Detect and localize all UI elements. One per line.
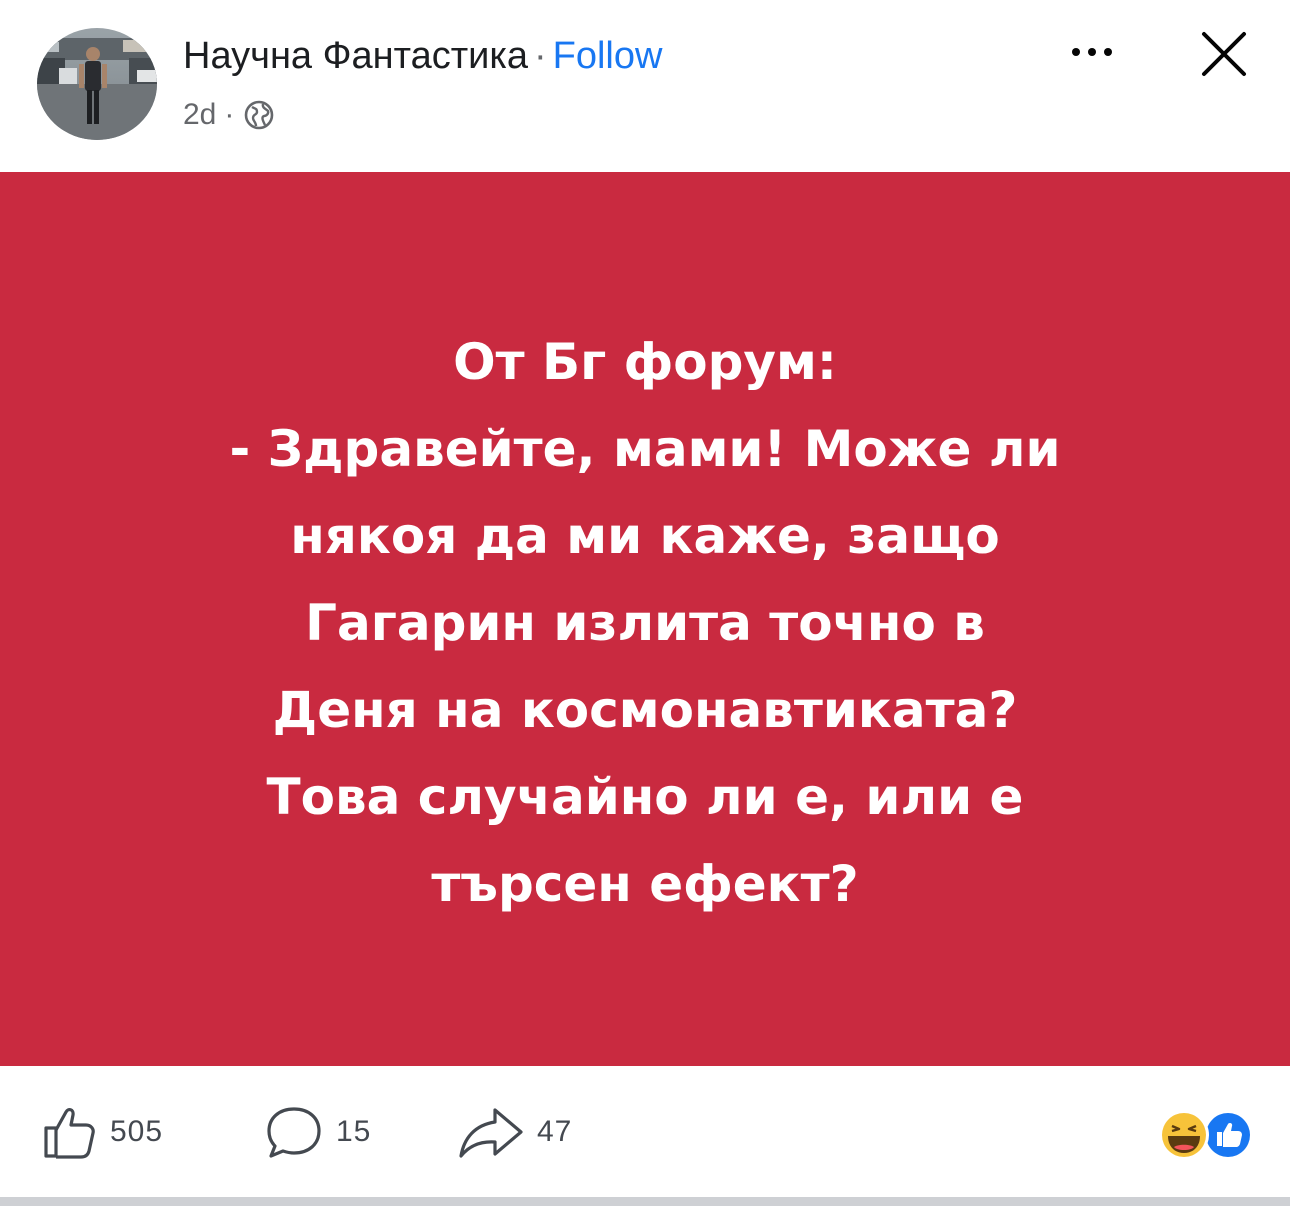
comment-button[interactable]: 15 bbox=[262, 1066, 371, 1198]
page-avatar[interactable] bbox=[37, 28, 157, 140]
post-text-line: търсен ефект? bbox=[431, 854, 859, 913]
like-reaction-icon bbox=[1203, 1110, 1253, 1160]
more-horizontal-icon[interactable] bbox=[1062, 34, 1122, 70]
haha-reaction-icon bbox=[1159, 1110, 1209, 1160]
bottom-divider bbox=[0, 1197, 1290, 1206]
page-name-row: Научна Фантастика · Follow bbox=[183, 33, 662, 79]
post-text-line: Гагарин излита точно в bbox=[305, 593, 985, 652]
close-icon[interactable] bbox=[1198, 28, 1250, 80]
thumbs-up-icon bbox=[36, 1100, 100, 1164]
post-text-card[interactable]: От Бг форум: - Здравейте, мами! Може ли ня… bbox=[0, 172, 1290, 1066]
share-icon bbox=[455, 1100, 527, 1164]
like-button[interactable]: 505 bbox=[36, 1066, 163, 1198]
post-meta: 2d · bbox=[183, 96, 276, 134]
page-name[interactable]: Научна Фантастика bbox=[183, 35, 528, 77]
post-text: От Бг форум: - Здравейте, мами! Може ли ня… bbox=[55, 319, 1235, 928]
post-text-line: Деня на космонавтиката? bbox=[272, 680, 1018, 739]
share-count: 47 bbox=[537, 1115, 573, 1148]
action-bar: 505 15 47 bbox=[0, 1066, 1290, 1198]
follow-button[interactable]: Follow bbox=[553, 35, 663, 77]
comment-count: 15 bbox=[336, 1115, 372, 1148]
reaction-summary[interactable] bbox=[1154, 1105, 1258, 1165]
post-text-line: някоя да ми каже, защо bbox=[290, 506, 1000, 565]
name-separator: · bbox=[533, 35, 547, 77]
post-text-line: От Бг форум: bbox=[453, 332, 837, 391]
post-header: Научна Фантастика · Follow 2d · bbox=[0, 0, 1290, 172]
post-timestamp[interactable]: 2d bbox=[183, 98, 216, 132]
globe-icon bbox=[242, 98, 276, 132]
like-count: 505 bbox=[110, 1115, 164, 1148]
comment-icon bbox=[262, 1100, 326, 1164]
meta-separator: · bbox=[224, 98, 235, 131]
post-text-line: - Здравейте, мами! Може ли bbox=[229, 419, 1061, 478]
post-text-line: Това случайно ли е, или е bbox=[266, 767, 1024, 826]
share-button[interactable]: 47 bbox=[455, 1066, 572, 1198]
